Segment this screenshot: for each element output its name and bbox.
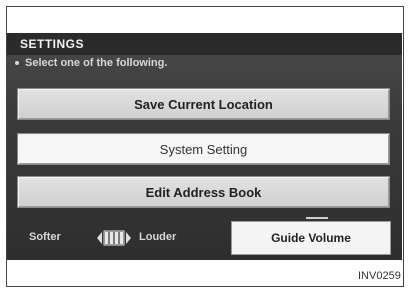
save-current-location-label: Save Current Location (134, 96, 273, 112)
volume-row: Softer Louder Guide Volume (7, 217, 402, 260)
instruction-label: Select one of the following. (25, 57, 168, 69)
volume-up-arrow-icon (126, 232, 131, 244)
guide-volume-label: Guide Volume (271, 231, 351, 245)
instruction-text: Select one of the following. (15, 57, 167, 69)
save-current-location-button[interactable]: Save Current Location (17, 88, 390, 120)
softer-label: Softer (29, 231, 61, 243)
page-title: SETTINGS (20, 37, 85, 51)
louder-label: Louder (139, 231, 177, 243)
settings-screen: SETTINGS Select one of the following. Sa… (7, 33, 402, 260)
title-bar: SETTINGS (7, 33, 402, 55)
volume-down-arrow-icon (97, 232, 102, 244)
edit-address-book-button[interactable]: Edit Address Book (17, 176, 390, 208)
volume-slider[interactable] (97, 229, 131, 247)
figure-code: INV0259 (358, 270, 401, 282)
bullet-icon (15, 61, 19, 66)
button-indicator (306, 217, 328, 219)
system-setting-button[interactable]: System Setting (17, 133, 390, 165)
edit-address-book-label: Edit Address Book (145, 184, 262, 200)
guide-volume-button[interactable]: Guide Volume (231, 217, 391, 255)
system-setting-label: System Setting (159, 141, 248, 157)
